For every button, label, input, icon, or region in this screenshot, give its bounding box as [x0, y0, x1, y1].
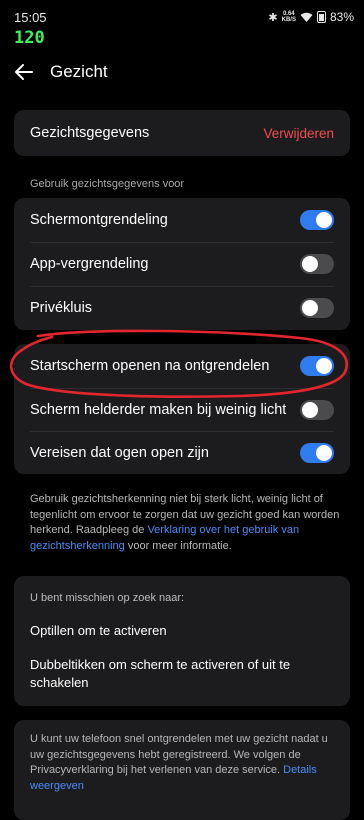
toggle-switch[interactable]	[300, 210, 334, 230]
toggle-row-app-lock[interactable]: App-vergrendeling	[14, 242, 350, 286]
toggle-row-private-safe[interactable]: Privékluis	[14, 286, 350, 330]
toggle-label: Schermontgrendeling	[30, 212, 168, 228]
page-title: Gezicht	[50, 62, 108, 81]
footer-text: U kunt uw telefoon snel ontgrendelen met…	[30, 732, 330, 794]
suggestions-card: U bent misschien op zoek naar: Optillen …	[14, 576, 350, 706]
suggestions-caption: U bent misschien op zoek naar:	[30, 592, 185, 604]
toggle-switch[interactable]	[300, 399, 334, 420]
face-data-card[interactable]: Gezichtsgegevens Verwijderen	[14, 110, 350, 156]
toggle-row-screen-unlock[interactable]: Schermontgrendeling	[14, 198, 350, 242]
info-text-part-2: voor meer informatie.	[124, 539, 232, 552]
section-caption: Gebruik gezichtsgegevens voor	[30, 178, 185, 190]
suggestion-item[interactable]: Optillen om te activeren	[30, 622, 330, 640]
options-toggle-card: Startscherm openen na ontgrendelen Scher…	[14, 344, 350, 474]
suggestion-item[interactable]: Dubbeltikken om scherm te activeren of u…	[30, 656, 330, 692]
toggle-label: Privékluis	[30, 300, 93, 316]
toggle-switch[interactable]	[300, 254, 334, 274]
toggle-switch[interactable]	[300, 298, 334, 318]
toggle-switch[interactable]	[300, 356, 334, 376]
toggle-label: Scherm helderder maken bij weinig licht	[30, 401, 287, 418]
battery-icon	[316, 11, 326, 23]
usage-toggle-card: Schermontgrendeling App-vergrendeling Pr…	[14, 198, 350, 330]
fps-counter: 120	[14, 28, 45, 48]
back-arrow-icon[interactable]	[14, 63, 34, 81]
status-icons: ✱ 0.64 KB/S 83%	[268, 10, 354, 24]
bluetooth-icon: ✱	[268, 11, 278, 24]
wifi-icon	[300, 12, 313, 22]
footer-card: U kunt uw telefoon snel ontgrendelen met…	[14, 720, 350, 820]
toggle-label: App-vergrendeling	[30, 256, 149, 272]
toggle-row-open-home[interactable]: Startscherm openen na ontgrendelen	[14, 344, 350, 388]
face-data-label: Gezichtsgegevens	[30, 125, 150, 141]
toggle-label: Vereisen dat ogen open zijn	[30, 444, 209, 461]
net-speed: 0.64 KB/S	[282, 11, 296, 23]
net-speed-unit: KB/S	[281, 17, 296, 23]
toggle-switch[interactable]	[300, 442, 334, 463]
toggle-row-brighten[interactable]: Scherm helderder maken bij weinig licht	[14, 388, 350, 431]
battery-percent: 83%	[329, 10, 354, 24]
status-time: 15:05	[14, 10, 47, 25]
toggle-row-eyes-open[interactable]: Vereisen dat ogen open zijn	[14, 431, 350, 474]
delete-face-data-button[interactable]: Verwijderen	[263, 126, 334, 141]
toggle-label: Startscherm openen na ontgrendelen	[30, 358, 270, 374]
info-text: Gebruik gezichtsherkenning niet bij ster…	[30, 492, 340, 554]
